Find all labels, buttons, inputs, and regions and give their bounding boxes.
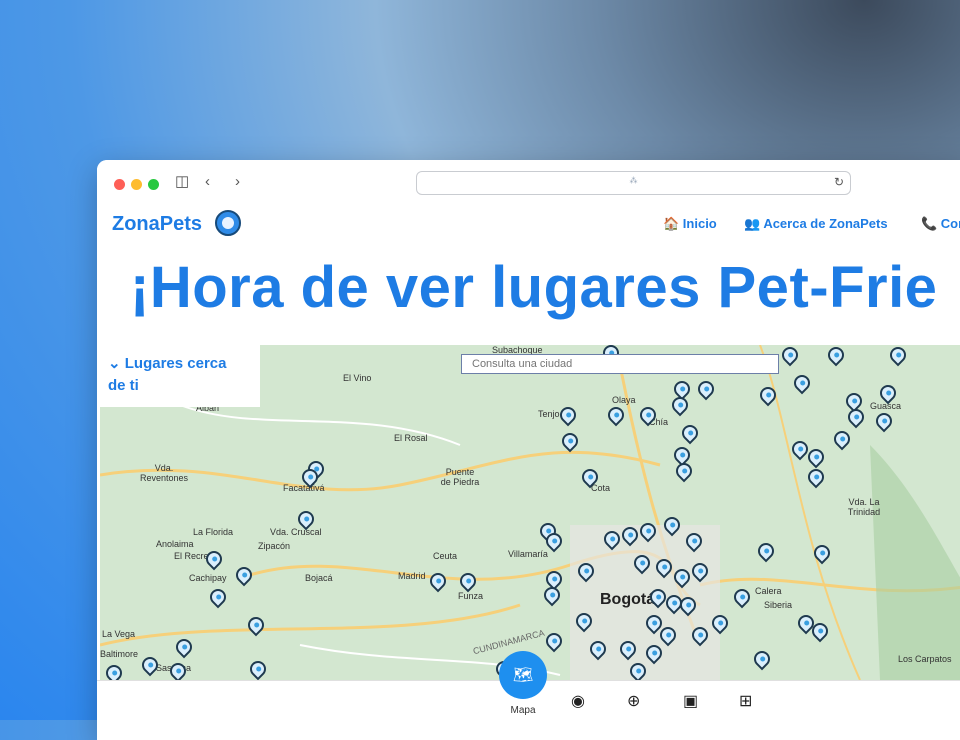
add-icon[interactable]: ⊕ <box>627 691 640 711</box>
city-label: Bogotá <box>600 591 656 608</box>
paw-logo-icon <box>215 210 241 236</box>
shop-icon[interactable]: ⊞ <box>739 691 752 711</box>
city-search-input[interactable] <box>461 354 779 374</box>
brand-name[interactable]: ZonaPets <box>112 213 202 236</box>
place-label: Tenjo <box>538 409 560 419</box>
place-label: Baltimore <box>100 649 139 659</box>
zoom-window-button[interactable] <box>148 179 159 190</box>
map-button[interactable]: 🗺 <box>499 651 547 699</box>
hero-title: ¡Hora de ver lugares Pet-Frie <box>130 255 938 320</box>
browser-titlebar: ◫ ‹ › ⁂ ↻ <box>97 160 960 207</box>
map-icon: 🗺 <box>512 667 534 684</box>
place-label: Bojacá <box>305 573 333 583</box>
nearby-places-panel[interactable]: ⌄ Lugares cerca de ti <box>100 345 260 407</box>
url-text: ⁂ <box>629 176 638 185</box>
place-label: Madrid <box>398 571 426 581</box>
place-label: Siberia <box>764 600 793 610</box>
place-label: Zipacón <box>258 541 291 551</box>
sidebar-toggle-icon[interactable]: ◫ <box>175 172 189 192</box>
place-label: Anolaima <box>156 539 194 549</box>
chevron-down-icon: ⌄ <box>108 355 121 372</box>
place-label: Olaya <box>612 395 636 405</box>
wallet-icon[interactable]: ▣ <box>683 691 698 711</box>
place-label: Los Carpatos <box>898 654 952 664</box>
place-label: Facatativá <box>283 483 325 493</box>
nearby-places-title[interactable]: ⌄ Lugares cerca de ti <box>108 353 248 397</box>
close-window-button[interactable] <box>114 179 125 190</box>
reload-icon[interactable]: ↻ <box>834 175 844 189</box>
minimize-window-button[interactable] <box>131 179 142 190</box>
forward-icon[interactable]: › <box>235 172 240 192</box>
place-label: Villamaría <box>508 549 548 559</box>
place-label: Vda. Reventones <box>139 463 189 483</box>
user-icon[interactable]: ◉ <box>571 691 585 711</box>
nav-contacto[interactable]: 📞 Con <box>921 216 960 232</box>
bottom-navigation: 🗺 Mapa ◉ ⊕ ▣ ⊞ <box>97 651 960 740</box>
place-label: La Florida <box>193 527 234 537</box>
nav-inicio[interactable]: 🏠 Inicio <box>663 216 717 232</box>
place-label: Vda. Cruscal <box>270 527 322 537</box>
place-label: Vda. La Trinidad <box>847 497 881 517</box>
map-button-label: Mapa <box>510 705 536 716</box>
map-view[interactable]: ⌄ Lugares cerca de ti Subachoque El Vino… <box>100 345 960 680</box>
place-label: Cota <box>591 483 611 493</box>
place-label: Puente de Piedra <box>440 467 480 487</box>
nav-acerca[interactable]: 👥 Acerca de ZonaPets <box>744 216 888 232</box>
browser-window: ◫ ‹ › ⁂ ↻ ZonaPets 🏠 Inicio 👥 Acerca de … <box>97 160 960 740</box>
place-label: Ceuta <box>433 551 458 561</box>
back-icon[interactable]: ‹ <box>205 172 210 192</box>
place-label: La Vega <box>102 629 136 639</box>
place-label: El Vino <box>343 373 372 383</box>
site-navbar: ZonaPets 🏠 Inicio 👥 Acerca de ZonaPets 📞… <box>97 206 960 242</box>
place-label: Funza <box>458 591 484 601</box>
place-label: El Rosal <box>394 433 428 443</box>
place-label: Cachipay <box>189 573 227 583</box>
place-label: Calera <box>755 586 782 596</box>
address-bar[interactable]: ⁂ ↻ <box>416 171 851 195</box>
